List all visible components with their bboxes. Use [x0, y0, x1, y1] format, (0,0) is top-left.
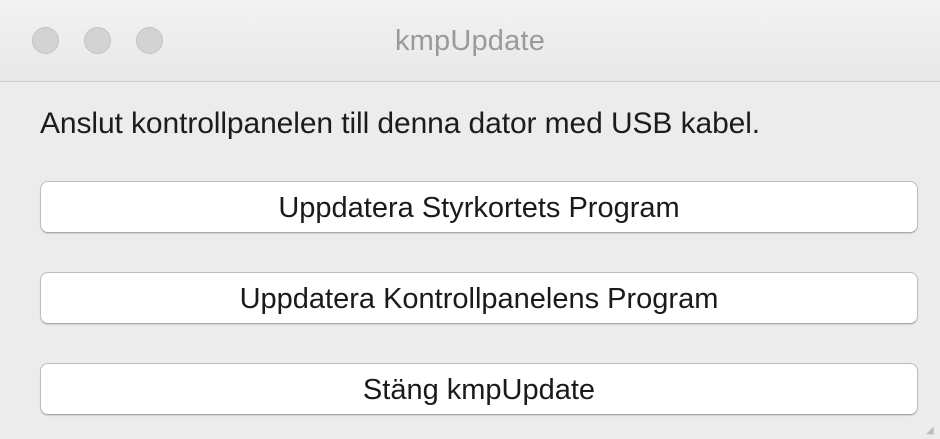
instruction-text: Anslut kontrollpanelen till denna dator …: [40, 107, 761, 140]
update-control-board-button[interactable]: Uppdatera Styrkortets Program: [40, 181, 918, 233]
app-window: kmpUpdate Anslut kontrollpanelen till de…: [0, 0, 940, 439]
window-title: kmpUpdate: [394, 25, 546, 57]
close-app-button[interactable]: Stäng kmpUpdate: [40, 363, 918, 415]
resize-grip-icon[interactable]: ◢: [926, 426, 936, 436]
title-bar[interactable]: kmpUpdate: [0, 0, 940, 82]
update-control-panel-button[interactable]: Uppdatera Kontrollpanelens Program: [40, 272, 918, 324]
